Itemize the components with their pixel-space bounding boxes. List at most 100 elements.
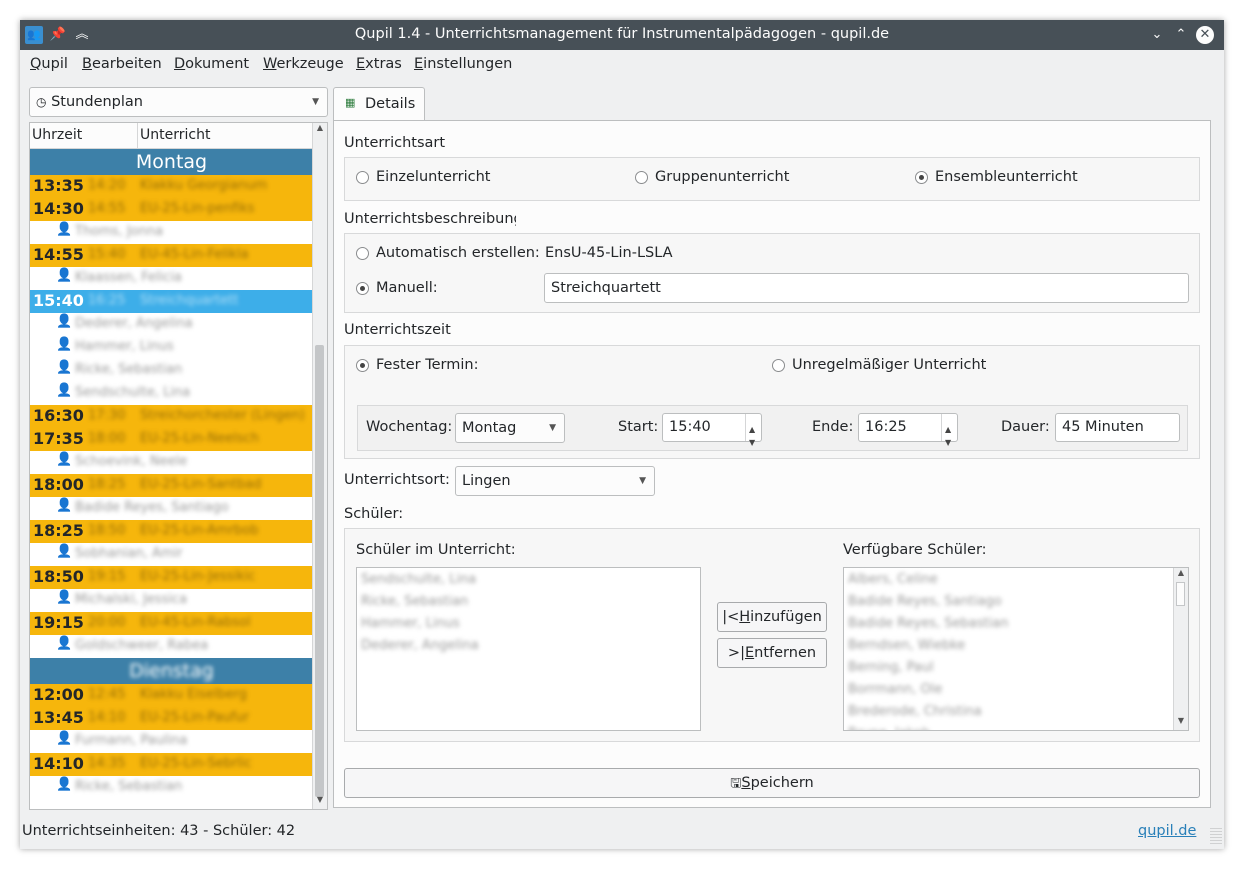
student-row[interactable]: 👤 Goldschweer, Rabea xyxy=(30,635,313,658)
lesson-row[interactable]: 19:15 20:00 EU-45-Lin-Rabsol xyxy=(30,612,313,635)
save-button[interactable]: 🖫Speichern xyxy=(344,768,1200,798)
lesson-row[interactable]: 13:45 14:10 EU-25-Lin-Paufur xyxy=(30,707,313,730)
column-header-time[interactable]: Uhrzeit xyxy=(32,127,82,143)
list-item[interactable]: Hammer, Linus xyxy=(361,616,460,631)
day-header[interactable]: Montag xyxy=(30,149,313,175)
list-item[interactable]: Berning, Paul xyxy=(848,660,934,675)
column-header-lesson[interactable]: Unterricht xyxy=(140,127,210,143)
lesson-row[interactable]: 14:55 15:40 EU-45-Lin-Felikla xyxy=(30,244,313,267)
lesson-row[interactable]: 12:00 12:45 Klakku Eiselberg xyxy=(30,684,313,707)
weekday-select[interactable]: Montag ▼ xyxy=(455,413,565,443)
scroll-up-icon[interactable]: ▲ xyxy=(1174,568,1188,577)
lesson-type-heading: Unterrichtsart xyxy=(344,135,446,151)
list-item[interactable]: Ricke, Sebastian xyxy=(361,594,468,609)
lesson-row[interactable]: 14:10 14:35 EU-25-Lin-Sebrlic xyxy=(30,753,313,776)
lesson-type-group: Einzelunterricht Gruppenunterricht Ensem… xyxy=(344,157,1200,201)
maximize-icon[interactable]: ⌃ xyxy=(1172,26,1190,44)
menu-einstellungen[interactable]: Einstellungen xyxy=(414,56,512,72)
close-icon[interactable]: ✕ xyxy=(1196,26,1214,44)
radio-gruppenunterricht[interactable] xyxy=(635,171,648,184)
student-row[interactable]: 👤 Thoms, Jonna xyxy=(30,221,313,244)
radio-fixed-time[interactable] xyxy=(356,359,369,372)
student-row[interactable]: 👤 Dederer, Angelina xyxy=(30,313,313,336)
location-select[interactable]: Lingen ▼ xyxy=(455,466,655,496)
scroll-down-icon[interactable]: ▼ xyxy=(313,795,327,804)
menu-bearbeiten[interactable]: Bearbeiten xyxy=(82,56,162,72)
label-einzelunterricht: Einzelunterricht xyxy=(376,169,491,185)
lesson-row[interactable]: 16:30 17:30 Streichorchester (Lingen) xyxy=(30,405,313,428)
students-group: Schüler im Unterricht: Sendschulte, Lina… xyxy=(344,528,1200,742)
radio-auto-description[interactable] xyxy=(356,247,369,260)
lesson-row[interactable]: 18:25 18:50 EU-25-Lin-Amrbob xyxy=(30,520,313,543)
list-item[interactable]: Brederode, Christina xyxy=(848,704,982,719)
students-in-lesson-list[interactable]: Sendschulte, Lina Ricke, Sebastian Hammer,… xyxy=(356,567,701,731)
list-item[interactable]: Berndsen, Wiebke xyxy=(848,638,965,653)
scrollbar-thumb[interactable] xyxy=(315,345,324,797)
day-header[interactable]: Dienstag xyxy=(30,658,313,684)
schedule-header: Uhrzeit Unterricht xyxy=(30,123,313,149)
schedule-scrollbar[interactable]: ▲ ▼ xyxy=(312,123,327,809)
student-row[interactable]: 👤 Furmann, Paulina xyxy=(30,730,313,753)
minimize-icon[interactable]: ⌄ xyxy=(1148,26,1166,44)
remove-student-button[interactable]: >|Entfernen xyxy=(717,638,827,668)
lesson-end: 14:20 xyxy=(88,178,126,193)
tab-details[interactable]: ▦ Details xyxy=(333,87,425,121)
scroll-up-icon[interactable]: ▲ xyxy=(313,123,327,132)
scrollbar-thumb[interactable] xyxy=(1176,582,1185,606)
list-item[interactable]: Badide Reyes, Santiago xyxy=(848,594,1002,609)
schedule-list[interactable]: Uhrzeit Unterricht Montag 13:35 14:20 Klakk… xyxy=(29,122,328,810)
radio-manual-description[interactable] xyxy=(356,282,369,295)
radio-irregular-time[interactable] xyxy=(772,359,785,372)
student-name: Klaassen, Felicia xyxy=(75,270,182,285)
menu-dokument[interactable]: Dokument xyxy=(174,56,249,72)
end-time-spinbox[interactable]: 16:25 ▲ ▼ xyxy=(858,413,958,447)
scroll-down-icon[interactable]: ▼ xyxy=(1174,716,1188,725)
lesson-row[interactable]: 13:35 14:20 Klakku Georgianum xyxy=(30,175,313,198)
student-row[interactable]: 👤 Sendschulte, Lina xyxy=(30,382,313,405)
lesson-row-selected[interactable]: 15:40 16:25 Streichquartett xyxy=(30,290,313,313)
student-row[interactable]: 👤 Schoevink, Neele xyxy=(30,451,313,474)
student-row[interactable]: 👤 Badide Reyes, Santiago xyxy=(30,497,313,520)
person-icon: 👤 xyxy=(56,731,73,746)
menu-werkzeuge[interactable]: Werkzeuge xyxy=(263,56,344,72)
list-item[interactable]: Dederer, Angelina xyxy=(361,638,479,653)
start-time-stepper[interactable]: ▲ ▼ xyxy=(745,414,761,447)
time-group: Fester Termin: Unregelmäßiger Unterricht… xyxy=(344,345,1200,459)
student-row[interactable]: 👤 Michalski, Jessica xyxy=(30,589,313,612)
student-row[interactable]: 👤 Ricke, Sebastian xyxy=(30,359,313,382)
chevron-down-icon: ▼ xyxy=(639,476,646,486)
add-student-button[interactable]: |<Hinzufügen xyxy=(717,602,827,632)
website-link[interactable]: qupil.de xyxy=(1138,823,1196,839)
day-label: Montag xyxy=(135,151,208,173)
lesson-start: 16:30 xyxy=(33,406,84,425)
end-time-stepper[interactable]: ▲ ▼ xyxy=(941,414,957,447)
manual-description-input[interactable]: Streichquartett xyxy=(544,273,1189,303)
menu-extras[interactable]: Extras xyxy=(356,56,402,72)
menu-qupil[interactable]: Qupil xyxy=(30,56,68,72)
list-item[interactable]: Sendschulte, Lina xyxy=(361,572,476,587)
menu-bar: Qupil Bearbeiten Dokument Werkzeuge Extr… xyxy=(20,50,1224,78)
lesson-row[interactable]: 18:50 19:15 EU-25-Lin-Jessikic xyxy=(30,566,313,589)
lesson-row[interactable]: 14:30 14:55 EU-25-Lin-penfiks xyxy=(30,198,313,221)
available-scrollbar[interactable]: ▲ ▼ xyxy=(1173,568,1188,730)
student-row[interactable]: 👤 Klaassen, Felicia xyxy=(30,267,313,290)
student-row[interactable]: 👤 Ricke, Sebastian xyxy=(30,776,313,799)
list-item[interactable]: Albers, Celine xyxy=(848,572,938,587)
student-row[interactable]: 👤 Sobhanian, Amir xyxy=(30,543,313,566)
view-selector[interactable]: ◷ Stundenplan ▼ xyxy=(29,87,328,117)
lesson-row[interactable]: 17:35 18:00 EU-25-Lin-Neelsch xyxy=(30,428,313,451)
available-students-list[interactable]: Albers, Celine Badide Reyes, Santiago Badi… xyxy=(843,567,1189,731)
lesson-row[interactable]: 18:00 18:25 EU-25-Lin-Santbad xyxy=(30,474,313,497)
list-item[interactable]: Badide Reyes, Sebastian xyxy=(848,616,1008,631)
person-icon: 👤 xyxy=(56,544,73,559)
start-time-spinbox[interactable]: 15:40 ▲ ▼ xyxy=(662,413,762,447)
student-row[interactable]: 👤 Hammer, Linus xyxy=(30,336,313,359)
radio-einzelunterricht[interactable] xyxy=(356,171,369,184)
duration-input[interactable]: 45 Minuten xyxy=(1055,413,1180,442)
list-item[interactable]: Brune, Jakob xyxy=(848,726,930,730)
label-ensembleunterricht: Ensembleunterricht xyxy=(935,169,1078,185)
resize-grip[interactable] xyxy=(1210,828,1222,846)
radio-ensembleunterricht[interactable] xyxy=(915,171,928,184)
description-heading: Unterrichtsbeschreibung xyxy=(344,211,516,227)
list-item[interactable]: Borrmann, Ole xyxy=(848,682,942,697)
